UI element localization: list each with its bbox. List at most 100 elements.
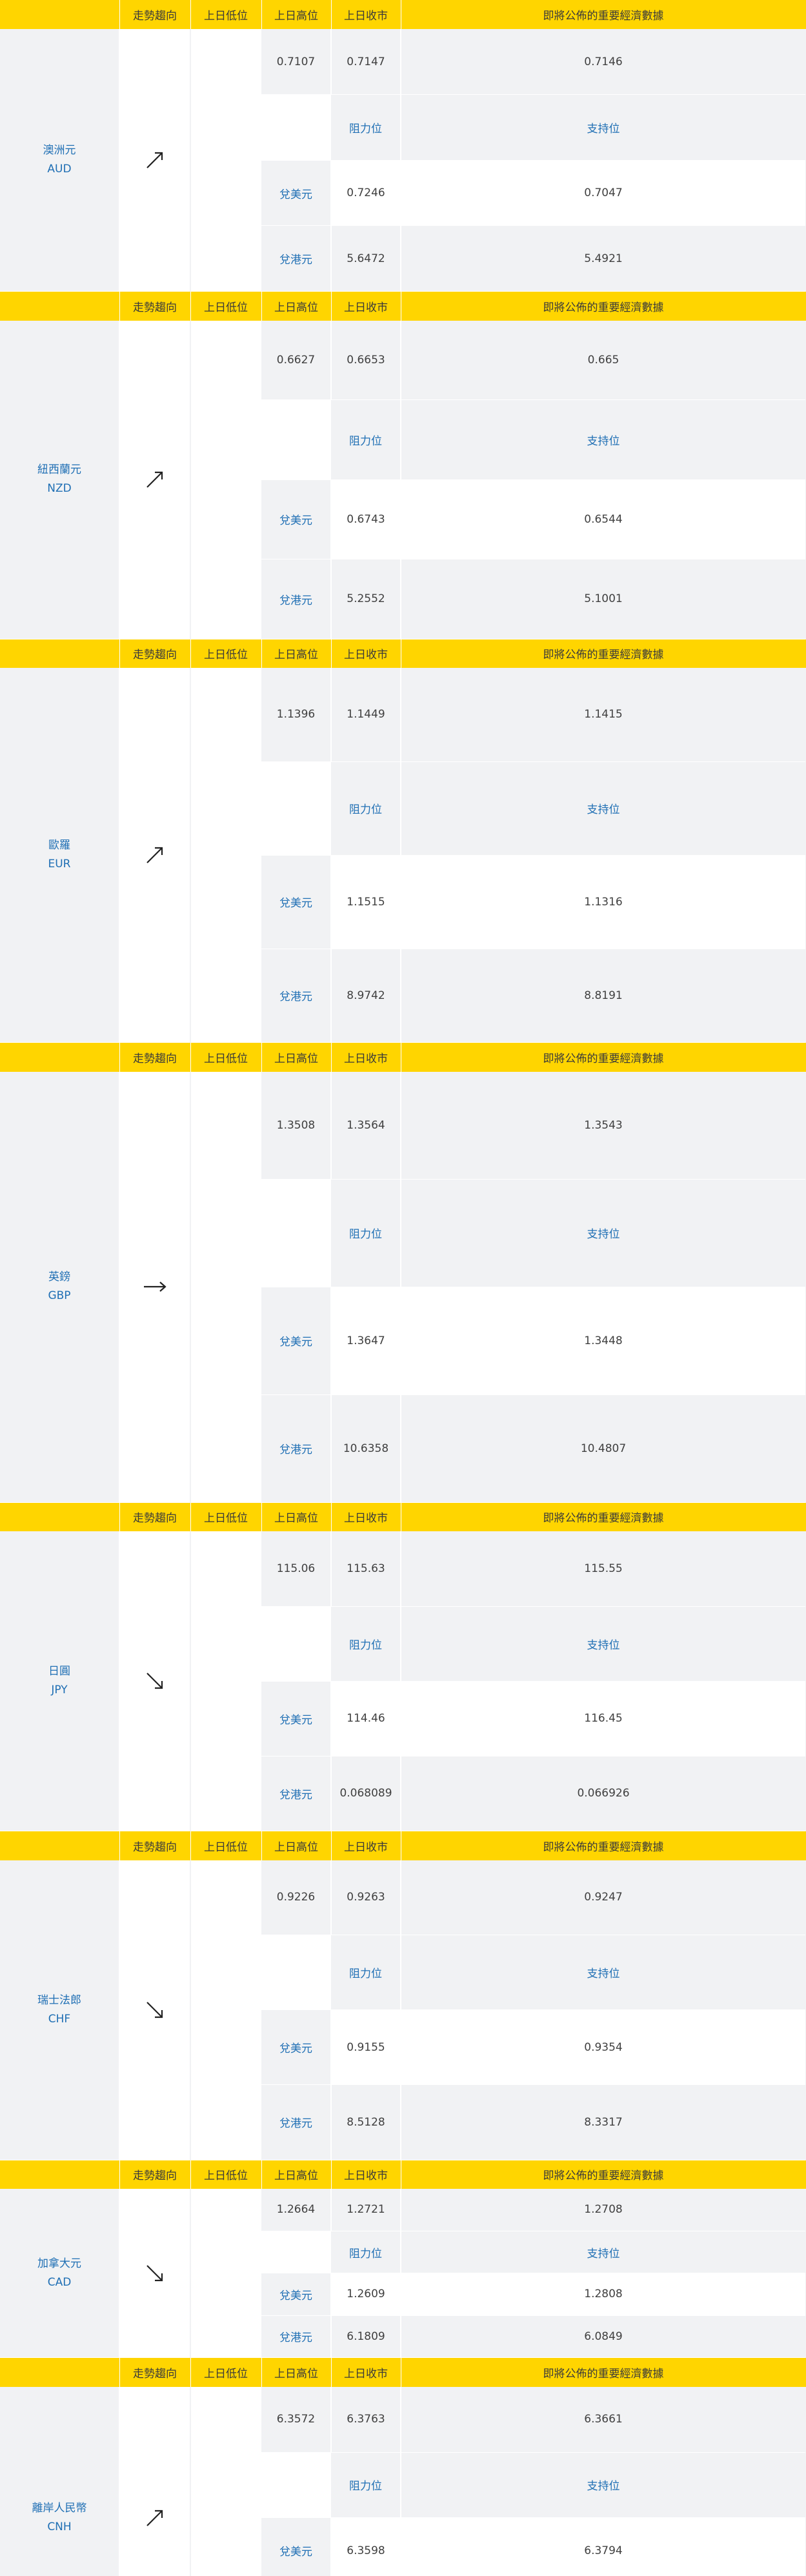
currency-name-cell: 瑞士法郎 CHF	[0, 1860, 119, 2160]
trend-cell	[119, 29, 190, 292]
prev-low-value: 1.2664	[261, 2189, 331, 2231]
header-trend: 走勢趨向	[119, 639, 190, 668]
header-blank-cell	[0, 1502, 119, 1531]
prev-low-value: 0.6627	[261, 321, 331, 400]
support-label: 支持位	[401, 95, 806, 161]
prev-high-value: 0.9263	[331, 1860, 401, 1935]
header-events: 即將公佈的重要經濟數據	[401, 1502, 806, 1531]
empty-cell	[190, 29, 261, 95]
support-label: 支持位	[401, 1935, 806, 2010]
header-high: 上日高位	[261, 1043, 331, 1072]
prev-high-value: 1.2721	[331, 2189, 401, 2231]
usd-support-value: 0.6544	[401, 479, 806, 559]
hkd-resistance-value: 5.6472	[331, 226, 401, 292]
trend-cell	[119, 668, 190, 1043]
hkd-support-value: 5.4921	[401, 226, 806, 292]
header-events: 即將公佈的重要經濟數據	[401, 2160, 806, 2189]
usd-support-value: 1.1316	[401, 855, 806, 949]
usd-resistance-value: 6.3598	[331, 2518, 401, 2576]
currency-name-cell: 加拿大元 CAD	[0, 2189, 119, 2358]
prev-close-value: 0.7146	[401, 29, 806, 95]
resistance-label: 阻力位	[331, 1179, 401, 1287]
empty-cell	[190, 321, 261, 400]
empty-cell	[190, 2010, 261, 2085]
trend-cell	[119, 321, 190, 639]
currency-name-cell: 歐羅 EUR	[0, 668, 119, 1043]
currency-name-zh: 日圓	[0, 1662, 119, 1681]
section-header-row: 走勢趨向 上日低位 上日高位 上日收市 即將公佈的重要經濟數據	[0, 1502, 806, 1531]
empty-cell	[190, 949, 261, 1042]
usd-label: 兌美元	[261, 160, 331, 226]
header-low: 上日低位	[190, 1502, 261, 1531]
prev-low-value: 1.1396	[261, 668, 331, 761]
empty-cell	[190, 855, 261, 949]
prev-day-row: 加拿大元 CAD 1.2664 1.2721 1.2708 本週無重要數據公佈	[0, 2189, 806, 2231]
prev-day-row: 歐羅 EUR 1.1396 1.1449 1.1415 2月11日 15:00 …	[0, 668, 806, 761]
section-header-row: 走勢趨向 上日低位 上日高位 上日收市 即將公佈的重要經濟數據	[0, 639, 806, 668]
fx-table-container: 走勢趨向 上日低位 上日高位 上日收市 即將公佈的重要經濟數據 澳洲元 AUD …	[0, 0, 806, 2576]
header-trend: 走勢趨向	[119, 2160, 190, 2189]
prev-low-value: 0.9226	[261, 1860, 331, 1935]
header-blank-cell	[0, 1043, 119, 1072]
header-blank-cell	[0, 1831, 119, 1860]
header-events: 即將公佈的重要經濟數據	[401, 1831, 806, 1860]
usd-support-value: 1.3448	[401, 1287, 806, 1394]
prev-high-value: 0.6653	[331, 321, 401, 400]
empty-cell	[190, 1287, 261, 1394]
header-close: 上日收市	[331, 0, 401, 29]
empty-cell	[190, 479, 261, 559]
usd-resistance-value: 1.1515	[331, 855, 401, 949]
header-close: 上日收市	[331, 1502, 401, 1531]
header-low: 上日低位	[190, 2358, 261, 2387]
resistance-label: 阻力位	[331, 2452, 401, 2518]
hkd-support-value: 0.066926	[401, 1756, 806, 1831]
resistance-label: 阻力位	[331, 95, 401, 161]
currency-code: CNH	[0, 2518, 119, 2537]
empty-cell	[261, 1179, 331, 1287]
section-header-row: 走勢趨向 上日低位 上日高位 上日收市 即將公佈的重要經濟數據	[0, 2160, 806, 2189]
usd-resistance-value: 0.7246	[331, 160, 401, 226]
currency-name-zh: 歐羅	[0, 836, 119, 855]
usd-resistance-value: 0.6743	[331, 479, 401, 559]
arrow-up-right-icon	[120, 2507, 190, 2529]
prev-day-row: 日圓 JPY 115.06 115.63 115.55 2月10日 07:50 …	[0, 1531, 806, 1606]
support-label: 支持位	[401, 400, 806, 479]
currency-code: NZD	[0, 479, 119, 498]
arrow-up-right-icon	[120, 149, 190, 171]
prev-high-value: 6.3763	[331, 2387, 401, 2453]
usd-support-value: 6.3794	[401, 2518, 806, 2576]
empty-cell	[190, 2518, 261, 2576]
prev-day-row: 離岸人民幣 CNH 6.3572 6.3763 6.3661 2月10日 16:…	[0, 2387, 806, 2453]
hkd-resistance-value: 5.2552	[331, 559, 401, 639]
currency-name-cell: 日圓 JPY	[0, 1531, 119, 1831]
prev-close-value: 0.9247	[401, 1860, 806, 1935]
header-events: 即將公佈的重要經濟數據	[401, 292, 806, 321]
usd-label: 兌美元	[261, 2518, 331, 2576]
currency-name-zh: 紐西蘭元	[0, 461, 119, 479]
usd-resistance-value: 1.2609	[331, 2273, 401, 2315]
support-label: 支持位	[401, 1179, 806, 1287]
header-events: 即將公佈的重要經濟數據	[401, 0, 806, 29]
header-events: 即將公佈的重要經濟數據	[401, 1043, 806, 1072]
header-events: 即將公佈的重要經濟數據	[401, 2358, 806, 2387]
empty-cell	[190, 2085, 261, 2160]
section-header-row: 走勢趨向 上日低位 上日高位 上日收市 即將公佈的重要經濟數據	[0, 0, 806, 29]
hkd-support-value: 8.8191	[401, 949, 806, 1042]
header-low: 上日低位	[190, 639, 261, 668]
empty-cell	[190, 761, 261, 855]
section-header-row: 走勢趨向 上日低位 上日高位 上日收市 即將公佈的重要經濟數據	[0, 1043, 806, 1072]
currency-name-cell: 紐西蘭元 NZD	[0, 321, 119, 639]
currency-code: EUR	[0, 855, 119, 874]
header-high: 上日高位	[261, 2358, 331, 2387]
prev-close-value: 1.3543	[401, 1072, 806, 1180]
prev-close-value: 0.665	[401, 321, 806, 400]
hkd-label: 兌港元	[261, 226, 331, 292]
prev-day-row: 瑞士法郎 CHF 0.9226 0.9263 0.9247 2月11日 15:3…	[0, 1860, 806, 1935]
header-low: 上日低位	[190, 1043, 261, 1072]
empty-cell	[190, 1681, 261, 1756]
usd-label: 兌美元	[261, 2273, 331, 2315]
header-close: 上日收市	[331, 639, 401, 668]
usd-resistance-value: 114.46	[331, 1681, 401, 1756]
hkd-support-value: 10.4807	[401, 1394, 806, 1502]
currency-code: CHF	[0, 2010, 119, 2029]
